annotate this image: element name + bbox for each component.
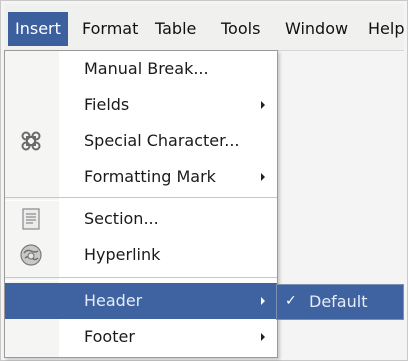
menu-insert[interactable]: Insert <box>8 12 68 46</box>
submenu-arrow-icon <box>261 333 265 341</box>
menu-item-label: Formatting Mark <box>84 167 216 186</box>
header-submenu: ✓ Default <box>276 284 404 320</box>
section-icon <box>19 207 43 231</box>
menu-item-label: Manual Break... <box>84 59 209 78</box>
menu-bar: Insert Format Table Tools Window Help <box>4 4 404 51</box>
menu-item-fields[interactable]: Fields <box>5 87 277 123</box>
menu-item-header[interactable]: Header <box>5 283 277 319</box>
menu-table[interactable]: Table <box>155 12 196 46</box>
insert-menu-dropdown: Manual Break... Fields Special Character… <box>4 50 278 358</box>
menu-item-label: Footer <box>84 327 135 346</box>
menu-item-section[interactable]: Section... <box>5 201 277 237</box>
submenu-arrow-icon <box>261 297 265 305</box>
menu-item-special-character[interactable]: Special Character... <box>5 123 277 159</box>
special-character-icon <box>19 129 43 153</box>
menu-item-hyperlink[interactable]: Hyperlink <box>5 237 277 273</box>
menu-help[interactable]: Help <box>368 12 404 46</box>
menu-separator <box>5 277 277 281</box>
menu-item-footer[interactable]: Footer <box>5 319 277 355</box>
submenu-item-default[interactable]: Default <box>309 285 367 319</box>
menu-item-formatting-mark[interactable]: Formatting Mark <box>5 159 277 195</box>
menu-item-manual-break[interactable]: Manual Break... <box>5 51 277 87</box>
menu-item-label: Fields <box>84 95 130 114</box>
hyperlink-icon <box>19 243 43 267</box>
menu-item-label: Hyperlink <box>84 245 161 264</box>
menu-item-label: Special Character... <box>84 131 240 150</box>
menu-format[interactable]: Format <box>82 12 138 46</box>
menu-item-label: Section... <box>84 209 159 228</box>
submenu-arrow-icon <box>261 173 265 181</box>
menu-window[interactable]: Window <box>285 12 348 46</box>
submenu-arrow-icon <box>261 101 265 109</box>
checkmark-icon: ✓ <box>285 293 297 309</box>
menu-tools[interactable]: Tools <box>221 12 260 46</box>
menu-item-label: Header <box>84 291 143 310</box>
